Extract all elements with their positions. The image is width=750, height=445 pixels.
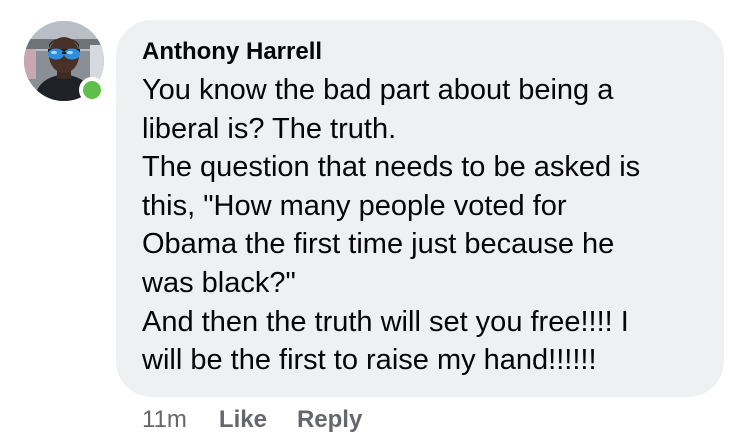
comment-text-line: You know the bad part about being a [142,74,614,106]
comment-actions: 11m Like Reply [142,404,392,436]
like-button[interactable]: Like [219,406,267,434]
comment-text-line: was black?" [142,266,296,299]
comment-text-line: will be the first to raise my hand!!!!!! [142,344,597,377]
online-status-dot [79,77,105,103]
comment-text-line: And then the truth will set you free!!!!… [142,305,629,338]
comment-author-name[interactable]: Anthony Harrell [142,37,704,67]
comment-text-line: this, "How many people voted for [142,189,567,222]
avatar-container[interactable] [24,21,105,103]
reply-button[interactable]: Reply [297,406,362,434]
comment-timestamp[interactable]: 11m [142,406,187,434]
comment-bubble: Anthony Harrell You know the bad part ab… [116,20,724,397]
comment-text-line: liberal is? The truth. [142,112,397,145]
comment-text: You know the bad part about being a libe… [142,71,704,380]
comment-text-line: The question that needs to be asked is [142,151,641,184]
comment-text-line: Obama the first time just because he [142,228,615,261]
